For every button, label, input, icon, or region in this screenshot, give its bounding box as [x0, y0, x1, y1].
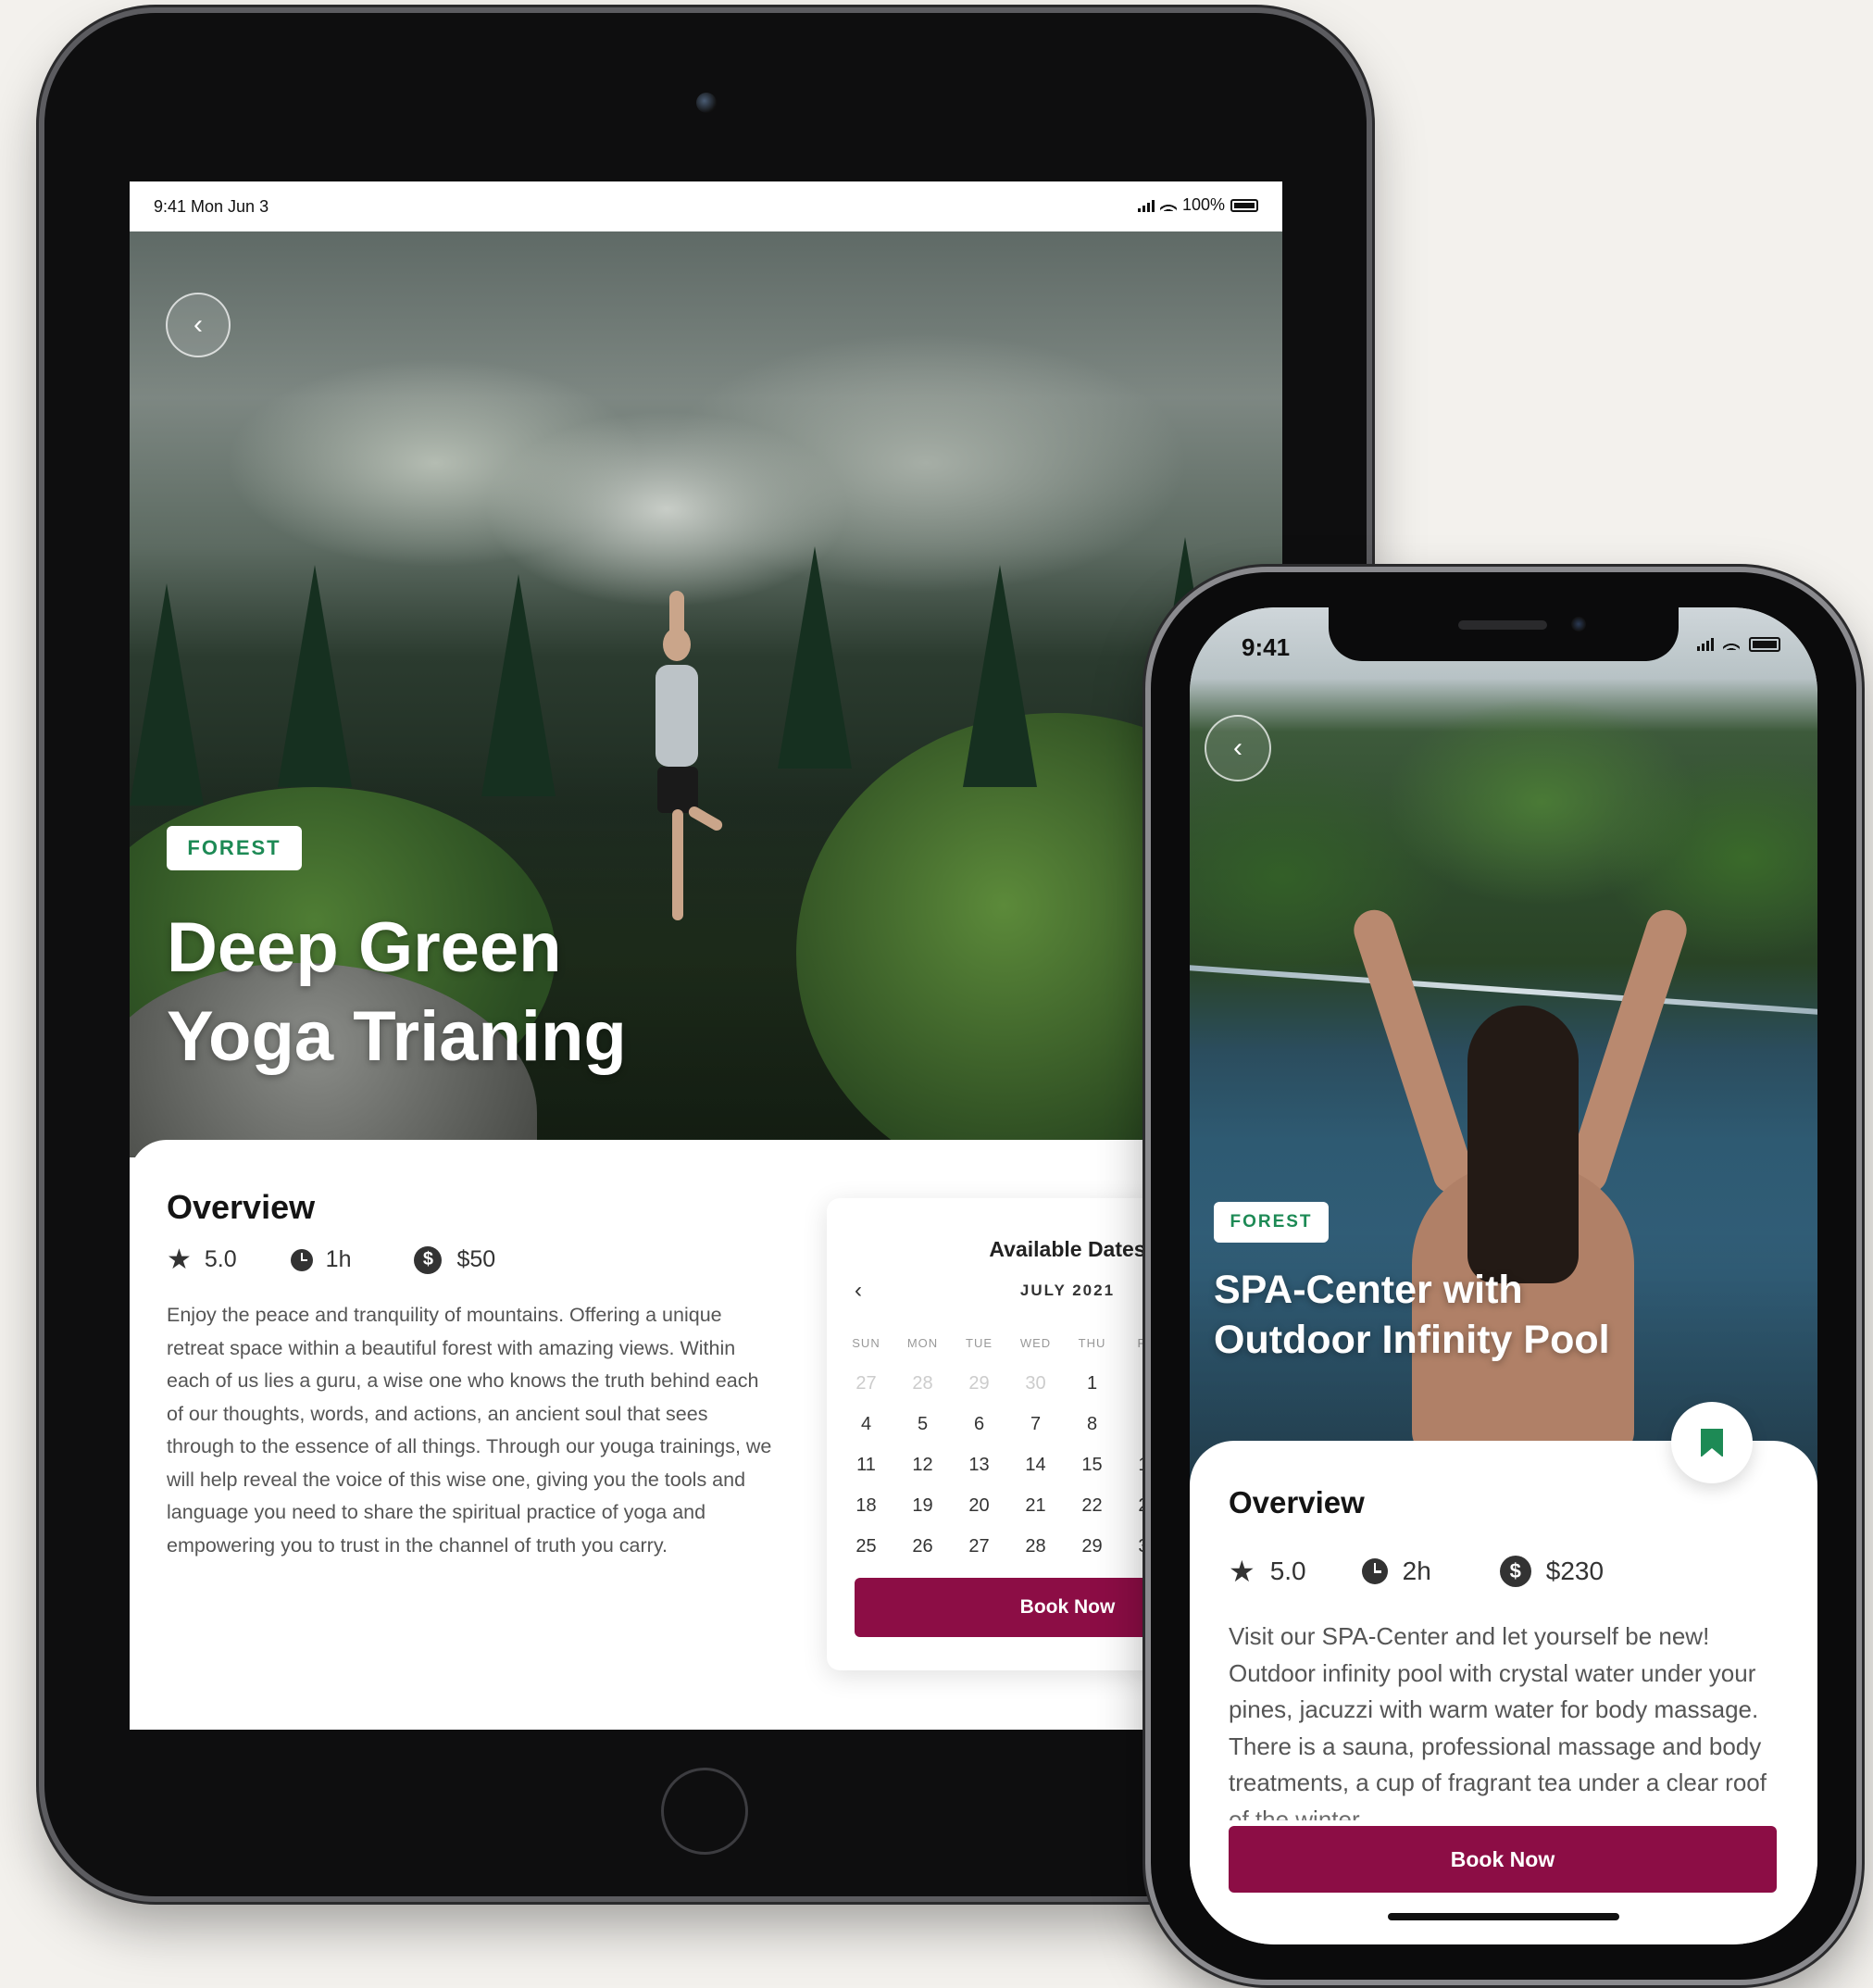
- meta-row: ★ 5.0 2h $ $230: [1229, 1554, 1604, 1589]
- calendar-day[interactable]: 28: [1007, 1526, 1064, 1567]
- price: $50: [456, 1246, 496, 1272]
- wifi-icon: [1723, 639, 1740, 650]
- category-tag: FOREST: [1214, 1202, 1329, 1243]
- calendar-day[interactable]: 14: [1007, 1444, 1064, 1485]
- tablet-camera: [696, 93, 717, 113]
- rating: 5.0: [1269, 1557, 1306, 1585]
- back-button[interactable]: ‹: [1205, 715, 1271, 781]
- calendar-day[interactable]: 20: [951, 1485, 1007, 1526]
- price: $230: [1545, 1557, 1605, 1585]
- calendar-day[interactable]: 6: [951, 1404, 1007, 1444]
- duration: 1h: [325, 1246, 352, 1272]
- battery-icon: [1230, 198, 1258, 212]
- dollar-icon: $: [414, 1245, 443, 1274]
- calendar-day[interactable]: 18: [838, 1485, 894, 1526]
- calendar-day[interactable]: 15: [1064, 1444, 1120, 1485]
- dollar-icon: $: [1499, 1556, 1531, 1587]
- clock-icon: [290, 1248, 313, 1271]
- phone-screen: 9:41 ‹ FOREST SPA-Center with Outdoor In…: [1190, 607, 1817, 1944]
- phone-device: 9:41 ‹ FOREST SPA-Center with Outdoor In…: [1151, 572, 1856, 1980]
- calendar-day[interactable]: 8: [1064, 1404, 1120, 1444]
- calendar-day[interactable]: 25: [838, 1526, 894, 1567]
- calendar-day[interactable]: 21: [1007, 1485, 1064, 1526]
- calendar-day[interactable]: 13: [951, 1444, 1007, 1485]
- phone-notch: [1329, 607, 1679, 661]
- book-now-button[interactable]: Book Now: [1229, 1826, 1777, 1893]
- calendar-day[interactable]: 22: [1064, 1485, 1120, 1526]
- wifi-icon: [1159, 199, 1177, 211]
- rating: 5.0: [204, 1246, 237, 1272]
- calendar-day[interactable]: 11: [838, 1444, 894, 1485]
- description: Enjoy the peace and tranquility of mount…: [167, 1304, 772, 1557]
- calendar-day[interactable]: 7: [1007, 1404, 1064, 1444]
- calendar-day[interactable]: 4: [838, 1404, 894, 1444]
- overview-heading: Overview: [167, 1188, 316, 1226]
- yoga-person: [644, 591, 725, 924]
- calendar-day: 28: [912, 1372, 933, 1394]
- status-time: 9:41: [1242, 633, 1291, 661]
- calendar-day[interactable]: 1: [1064, 1363, 1120, 1404]
- star-icon: ★: [167, 1244, 192, 1275]
- calendar-day[interactable]: 5: [894, 1404, 951, 1444]
- back-icon: ‹: [1233, 732, 1242, 763]
- calendar-day[interactable]: 27: [951, 1526, 1007, 1567]
- star-icon: ★: [1229, 1555, 1255, 1588]
- calendar-day: 29: [968, 1372, 990, 1394]
- back-button[interactable]: ‹: [166, 293, 231, 357]
- calendar-weekday: THU: [1078, 1335, 1106, 1350]
- overview-heading: Overview: [1229, 1485, 1365, 1519]
- signal-icon: [1137, 199, 1155, 212]
- home-indicator: [1388, 1913, 1619, 1920]
- calendar-day[interactable]: 29: [1064, 1526, 1120, 1567]
- bookmark-button[interactable]: [1671, 1402, 1753, 1483]
- tablet-home-button[interactable]: [661, 1768, 748, 1855]
- calendar-weekday: TUE: [966, 1335, 993, 1350]
- clock-icon: [1361, 1558, 1388, 1584]
- category-tag: FOREST: [167, 826, 302, 870]
- spa-person: [1329, 885, 1717, 1459]
- calendar-day[interactable]: 26: [894, 1526, 951, 1567]
- status-time: 9:41 Mon Jun 3: [154, 197, 269, 216]
- page-title: Deep Green Yoga Trianing: [167, 908, 627, 1076]
- calendar-weekday: SUN: [852, 1335, 880, 1350]
- calendar-day[interactable]: 19: [894, 1485, 951, 1526]
- bookmark-icon: [1701, 1429, 1723, 1457]
- tablet-status-bar: 9:41 Mon Jun 3 100%: [130, 181, 1282, 231]
- tablet-screen: 9:41 Mon Jun 3 100% ‹ FOREST Deep Green …: [130, 181, 1282, 1730]
- back-icon: ‹: [194, 309, 203, 340]
- battery-percent: 100%: [1181, 195, 1225, 214]
- calendar-day: 30: [1025, 1372, 1046, 1394]
- battery-icon: [1749, 637, 1780, 652]
- signal-icon: [1697, 638, 1714, 651]
- calendar-weekday: WED: [1019, 1335, 1052, 1350]
- calendar-weekday: MON: [906, 1335, 939, 1350]
- duration: 2h: [1402, 1557, 1431, 1585]
- page-title: SPA-Center with Outdoor Infinity Pool: [1214, 1268, 1610, 1362]
- meta-row: ★ 5.0 1h $ $50: [167, 1244, 495, 1276]
- description: Visit our SPA-Center and let yourself be…: [1229, 1622, 1767, 1820]
- calendar-day: 27: [855, 1372, 877, 1394]
- calendar-day[interactable]: 12: [894, 1444, 951, 1485]
